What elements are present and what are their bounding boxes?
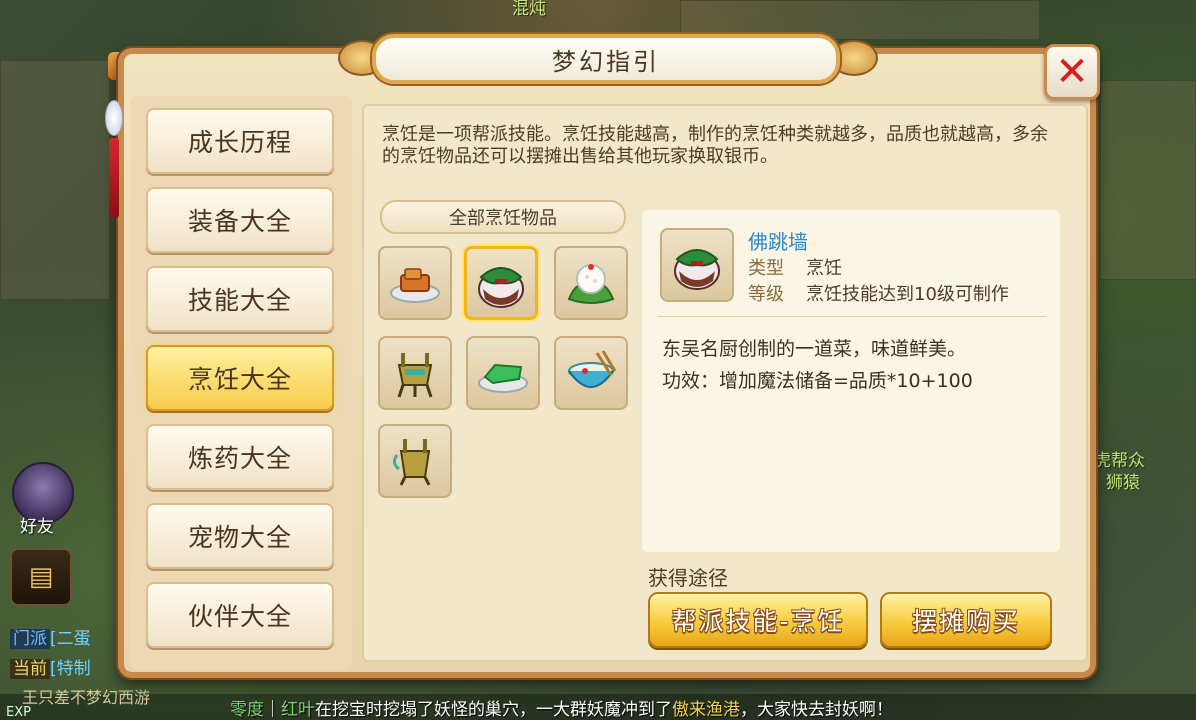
dialog-title: 梦幻指引 <box>372 34 840 84</box>
obtain-label: 获得途径 <box>648 566 728 590</box>
player-name: 零度 <box>230 700 264 720</box>
detail-item-icon-frame <box>660 228 734 302</box>
location-name: 傲来渔港 <box>672 700 740 720</box>
building-tile <box>0 60 110 300</box>
close-button[interactable]: ✕ <box>1044 44 1100 100</box>
item-name: 佛跳墙 <box>748 230 808 254</box>
channel-text: [二蛋 <box>50 629 91 649</box>
chat-bubble-icon: ▤ <box>28 562 54 592</box>
type-value: 烹饪 <box>806 258 842 279</box>
category-header: 全部烹饪物品 <box>380 200 626 234</box>
friend-label[interactable]: 好友 <box>20 512 54 537</box>
fotiaoqiang-jar-icon <box>674 249 720 290</box>
separator: ｜ <box>264 700 281 720</box>
npc-name-label: 混炖 <box>512 0 546 19</box>
nav-item-equipment[interactable]: 装备大全 <box>146 187 334 253</box>
item-flavor-text: 东吴名厨创制的一道菜，味道鲜美。 <box>662 338 967 360</box>
jade-knot-icon <box>105 100 123 136</box>
broadcast-text: ，大家快去封妖啊！ <box>740 700 893 720</box>
bronze-cup-icon <box>392 439 431 486</box>
type-label: 类型 <box>748 258 784 279</box>
broadcast-text: 在挖宝时挖塌了妖怪的巢穴，一大群妖魔冲到了 <box>315 700 672 720</box>
item-slot-rice-dumpling[interactable] <box>554 246 628 320</box>
nav-item-growth[interactable]: 成长历程 <box>146 108 334 174</box>
nav-item-cooking[interactable]: 烹饪大全 <box>146 345 334 411</box>
cooking-description: 烹饪是一项帮派技能。烹饪技能越高，制作的烹饪种类就越多，品质也就越高，多余的烹饪… <box>382 124 1048 167</box>
chat-channel-row[interactable]: 当前 [特制 <box>6 654 95 679</box>
channel-tag: 门派 <box>10 629 50 649</box>
tofu-dish-icon <box>390 268 440 303</box>
item-slot-bronze-vessel[interactable] <box>378 336 452 410</box>
chat-button[interactable]: ▤ <box>10 548 72 606</box>
nav-item-pets[interactable]: 宠物大全 <box>146 503 334 569</box>
nav-item-skills[interactable]: 技能大全 <box>146 266 334 332</box>
guild-cooking-button[interactable]: 帮派技能-烹饪 <box>648 592 868 648</box>
level-label: 等级 <box>748 284 784 305</box>
item-slot-noodle-bowl[interactable] <box>554 336 628 410</box>
tassel-ornament <box>100 80 128 240</box>
system-broadcast: 零度｜红叶在挖宝时挖塌了妖怪的巢穴，一大群妖魔冲到了傲来渔港，大家快去封妖啊！ <box>230 695 893 720</box>
close-x-icon: ✕ <box>1055 49 1089 95</box>
nav-item-partners[interactable]: 伙伴大全 <box>146 582 334 648</box>
item-slot-green-jelly[interactable] <box>466 336 540 410</box>
red-tassel-icon <box>109 138 119 218</box>
bronze-vessel-icon <box>397 353 433 398</box>
green-jelly-icon <box>478 363 528 393</box>
building-tile <box>1100 80 1196 280</box>
item-slot-fotiaoqiang[interactable] <box>464 246 538 320</box>
item-slot-bronze-cup[interactable] <box>378 424 452 498</box>
rice-dumpling-icon <box>567 264 615 304</box>
stall-buy-button[interactable]: 摆摊购买 <box>880 592 1052 648</box>
noodle-bowl-icon <box>568 350 617 388</box>
channel-text: [特制 <box>50 659 91 679</box>
level-value: 烹饪技能达到10级可制作 <box>806 284 1009 305</box>
channel-tag: 当前 <box>10 659 50 679</box>
exp-label: EXP <box>6 705 31 720</box>
fotiaoqiang-jar-icon <box>478 267 524 308</box>
chat-line-text: 王只差不梦幻西游 <box>22 688 151 707</box>
npc-name-label: 狮猿 <box>1106 473 1140 493</box>
player-name: 红叶 <box>281 700 315 720</box>
item-effect-text: 功效：增加魔法储备=品质*10+100 <box>662 370 973 392</box>
detail-divider <box>658 316 1046 317</box>
item-slot-tofu[interactable] <box>378 246 452 320</box>
chat-channel-row[interactable]: 门派 [二蛋 <box>6 624 95 649</box>
nav-item-alchemy[interactable]: 炼药大全 <box>146 424 334 490</box>
